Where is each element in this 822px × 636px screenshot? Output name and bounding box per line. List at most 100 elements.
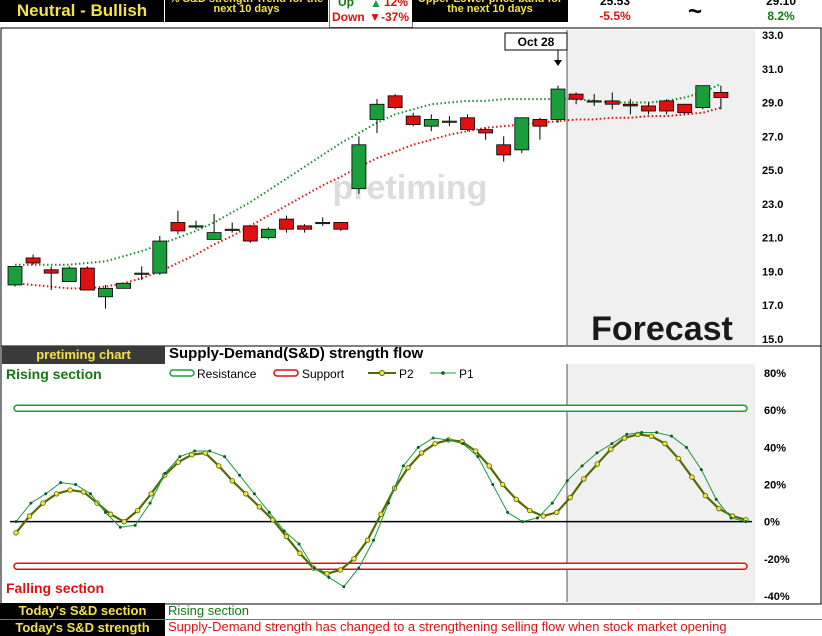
p2-point (554, 509, 560, 516)
p2-point (702, 492, 709, 499)
p2-point (527, 507, 533, 514)
candle (478, 127, 494, 140)
candle (134, 266, 150, 280)
p1-point (610, 442, 614, 446)
p2-point (378, 511, 384, 517)
p1-point (446, 438, 450, 442)
candle-body (25, 257, 41, 264)
section-value: Rising section (168, 603, 249, 618)
p1-point (118, 525, 122, 529)
section-label: Today's S&D section (0, 603, 165, 619)
p1-point (670, 434, 674, 438)
p1-point (148, 501, 152, 505)
p1-point (357, 566, 361, 570)
p2-point (405, 465, 411, 471)
candle (242, 225, 258, 243)
candle-body (242, 225, 258, 242)
candle (677, 103, 693, 115)
candle (460, 114, 475, 132)
p1-point (193, 449, 197, 453)
candle-body (496, 144, 512, 156)
candle-body (713, 92, 729, 98)
p1-point (655, 430, 659, 434)
p1-point (535, 516, 539, 520)
p2-point (513, 496, 519, 503)
p1-point (625, 432, 629, 436)
p1-point (372, 538, 376, 542)
candle (170, 210, 186, 235)
price-tick-label: 27.0 (762, 131, 783, 143)
chart-label: pretiming chart (2, 346, 165, 364)
candle-body (568, 93, 584, 100)
p2-point (675, 455, 682, 462)
p2-point (134, 507, 141, 514)
p2-point (581, 476, 587, 482)
candle (188, 220, 204, 230)
p1-point (431, 436, 435, 440)
p2-point (594, 461, 600, 467)
candle (514, 117, 530, 154)
candle (695, 85, 711, 110)
p2-point (432, 440, 438, 447)
p2-point (26, 513, 33, 519)
legend-p2-marker (379, 370, 385, 376)
strength-value: Supply-Demand strength has changed to a … (168, 619, 727, 634)
candle-body (369, 103, 385, 120)
p1-point (476, 455, 480, 459)
p1-point (640, 430, 644, 434)
p1-point (729, 516, 733, 520)
p1-point (297, 542, 301, 546)
candle-body (279, 218, 294, 230)
candle (61, 266, 77, 282)
candle-body (604, 100, 620, 105)
p1-point (521, 520, 525, 524)
candle-body (532, 119, 548, 127)
p1-point (282, 529, 286, 533)
price-tick-label: 15.0 (762, 334, 783, 346)
candle-body (134, 272, 150, 275)
candle-body (260, 228, 276, 239)
price-tick-label: 29.0 (762, 98, 783, 110)
candle (405, 112, 421, 127)
candle (333, 222, 349, 231)
p2-point (148, 491, 154, 497)
candle-body (423, 119, 439, 127)
candle (532, 117, 548, 140)
candle-body (116, 282, 131, 289)
p2-point (216, 463, 222, 469)
candle-body (152, 240, 168, 274)
p1-point (684, 445, 688, 449)
p2-point (567, 494, 573, 501)
candle-body (333, 222, 349, 230)
candle (550, 85, 566, 123)
date-callout: Oct 28 (518, 35, 555, 49)
rising-label: Rising section (6, 366, 102, 382)
p1-point (506, 510, 510, 514)
p2-point (364, 537, 371, 543)
candle-body (61, 267, 77, 282)
candle (7, 265, 23, 287)
price-tick-label: 19.0 (762, 266, 783, 278)
p2-point (418, 450, 425, 456)
candle-body (478, 129, 494, 134)
p1-point (401, 464, 405, 468)
p2-point (689, 474, 695, 480)
p1-point (267, 510, 271, 514)
flow-tick-label: 0% (764, 517, 780, 529)
flow-title: Supply-Demand(S&D) strength flow (169, 345, 424, 362)
p1-point (163, 471, 167, 475)
p2-point (53, 491, 60, 497)
candle-body (315, 222, 331, 225)
candle (80, 266, 95, 291)
resistance-line (13, 404, 748, 413)
price-and-flow-chart: pretiming Forecast Oct 28 15.017.019.021… (0, 27, 822, 605)
price-tick-label: 33.0 (762, 30, 783, 42)
candle (423, 114, 439, 132)
p1-point (550, 501, 554, 505)
p1-point (74, 483, 78, 486)
candle-body (297, 225, 313, 230)
flow-tick-label: 40% (764, 442, 786, 454)
p2-point (351, 556, 357, 562)
p2-point (13, 530, 19, 536)
candle-body (550, 88, 566, 120)
